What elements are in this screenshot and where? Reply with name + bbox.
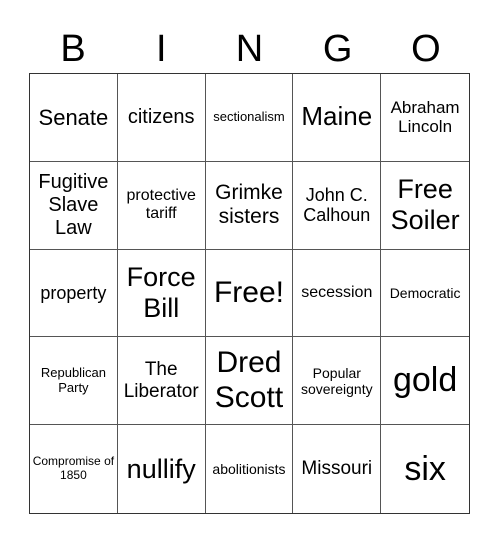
bingo-cell[interactable]: Popular sovereignty	[293, 337, 382, 426]
bingo-cell[interactable]: nullify	[118, 425, 206, 513]
bingo-cell[interactable]: sectionalism	[205, 74, 294, 162]
bingo-cell[interactable]: Missouri	[293, 425, 382, 513]
bingo-cell[interactable]: secession	[293, 249, 382, 338]
header-letter-o: O	[411, 28, 441, 70]
bingo-cell[interactable]: Force Bill	[117, 249, 206, 338]
bingo-cell[interactable]: six	[381, 425, 469, 513]
bingo-cell[interactable]: protective tariff	[117, 161, 206, 250]
bingo-cell[interactable]: Abraham Lincoln	[381, 74, 469, 162]
bingo-cell[interactable]: Maine	[293, 74, 382, 162]
bingo-cell[interactable]: property	[30, 249, 118, 338]
bingo-cell[interactable]: Democratic	[381, 250, 469, 338]
bingo-header: B I N G O	[29, 26, 470, 72]
bingo-cell[interactable]: Republican Party	[30, 337, 118, 426]
bingo-cell[interactable]: Dred Scott	[205, 337, 294, 426]
bingo-cell[interactable]: Free Soiler	[381, 162, 469, 250]
free-space-cell[interactable]: Free!	[205, 249, 294, 338]
bingo-grid: Senate citizens sectionalism Maine Abrah…	[29, 73, 470, 514]
header-letter-g: G	[322, 28, 353, 70]
header-letter-b: B	[60, 28, 86, 70]
bingo-cell[interactable]: Senate	[30, 74, 118, 162]
header-letter-n: N	[235, 28, 264, 70]
bingo-cell[interactable]: John C. Calhoun	[293, 161, 382, 250]
bingo-cell[interactable]: Grimke sisters	[205, 161, 294, 250]
bingo-cell[interactable]: abolitionists	[206, 425, 294, 513]
bingo-cell[interactable]: citizens	[117, 74, 206, 162]
bingo-cell[interactable]: Fugitive Slave Law	[30, 161, 118, 250]
header-letter-i: I	[156, 28, 167, 70]
bingo-cell[interactable]: Compromise of 1850	[30, 425, 118, 513]
bingo-cell[interactable]: gold	[381, 337, 469, 426]
bingo-cell[interactable]: The Liberator	[117, 337, 206, 426]
